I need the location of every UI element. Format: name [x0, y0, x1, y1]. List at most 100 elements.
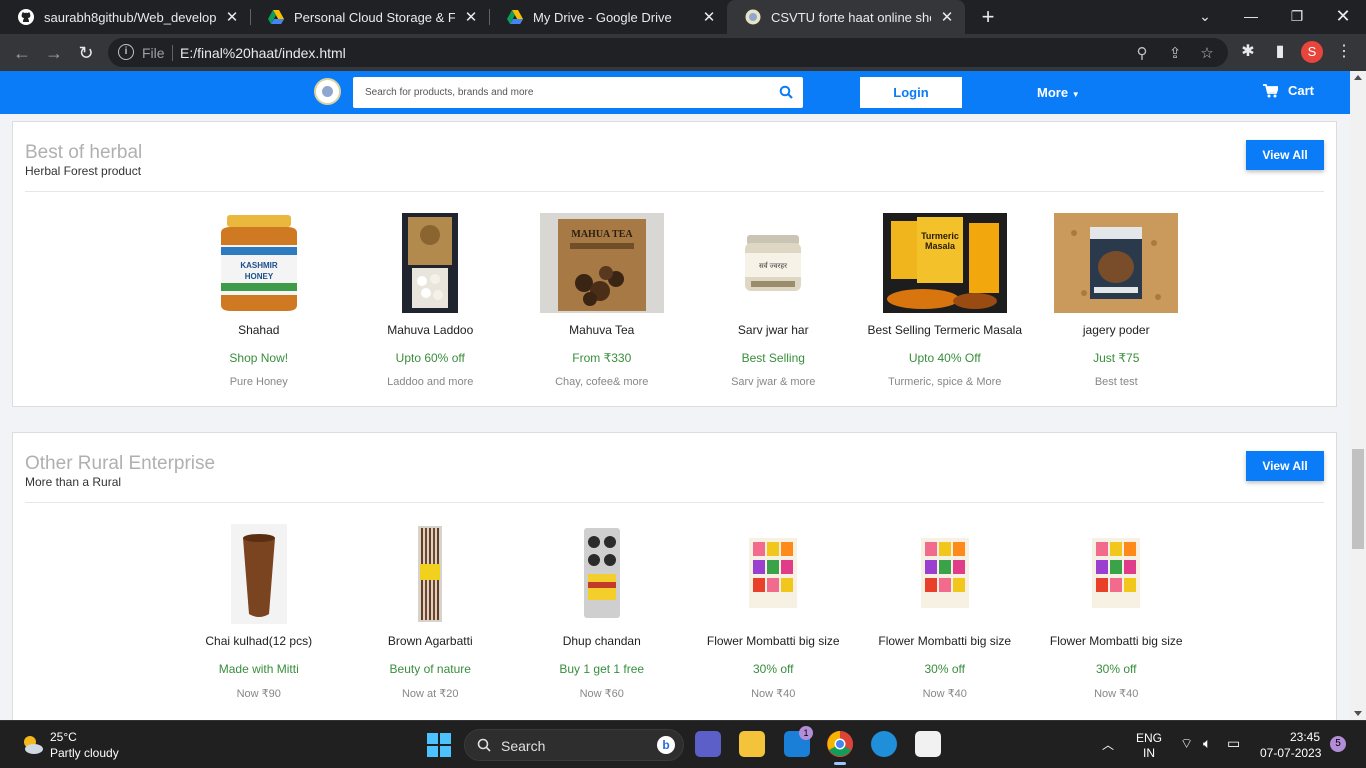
product-name: Mahuva Tea: [569, 323, 635, 337]
back-button[interactable]: ←: [9, 40, 35, 66]
svg-text:सर्व ज्वरहर: सर्व ज्वरहर: [759, 261, 787, 270]
browser-tab-csvtu-haat[interactable]: CSVTU forte haat online shop & ✕: [727, 0, 965, 34]
page-scrollbar[interactable]: [1350, 71, 1366, 720]
login-button[interactable]: Login: [860, 77, 962, 108]
clock-time[interactable]: 23:45: [1290, 730, 1320, 744]
product-offer: Upto 60% off: [395, 351, 465, 365]
edge-icon[interactable]: [871, 731, 897, 757]
product-card[interactable]: Flower Mombatti big size 30% off Now ₹40: [859, 524, 1031, 700]
candle-box-image: [916, 524, 973, 624]
bookmark-star-icon[interactable]: ☆: [1198, 45, 1216, 63]
product-offer: Best Selling: [741, 351, 805, 365]
product-card[interactable]: Dhup chandan Buy 1 get 1 free Now ₹60: [516, 524, 688, 700]
scroll-up-icon[interactable]: [1354, 75, 1362, 80]
tab-search-button[interactable]: ⌄: [1182, 0, 1228, 34]
windows-taskbar: 25°C Partly cloudy Search b ︿ ENG IN ⌔ 🔈…: [0, 720, 1366, 768]
browser-menu-icon[interactable]: ⋮: [1333, 41, 1355, 63]
close-window-button[interactable]: ✕: [1320, 0, 1366, 34]
address-bar[interactable]: i File E:/final%20haat/index.html ⚲ ⇪ ☆: [108, 38, 1228, 67]
section-best-of-herbal: Best of herbal Herbal Forest product Vie…: [12, 121, 1337, 407]
tab-title: My Drive - Google Drive: [533, 9, 672, 25]
show-hidden-icons-icon[interactable]: ︿: [1102, 736, 1114, 753]
google-drive-icon: [507, 10, 523, 24]
new-tab-button[interactable]: +: [976, 5, 1000, 29]
github-icon: [18, 9, 34, 25]
share-icon[interactable]: ⇪: [1166, 45, 1184, 63]
view-all-button[interactable]: View All: [1246, 140, 1324, 170]
notification-badge[interactable]: 5: [1330, 736, 1346, 752]
maximize-button[interactable]: ❐: [1274, 0, 1320, 34]
product-name: Shahad: [238, 323, 280, 337]
taskbar-search[interactable]: Search b: [464, 729, 684, 761]
snipping-tool-icon[interactable]: [915, 731, 941, 757]
jaggery-powder-image: [1054, 213, 1179, 313]
search-input[interactable]: [353, 77, 773, 108]
weather-temperature[interactable]: 25°C: [50, 730, 77, 744]
section-title: Other Rural Enterprise: [25, 453, 216, 474]
reload-button[interactable]: ↻: [73, 40, 99, 66]
close-tab-icon[interactable]: ✕: [939, 8, 955, 26]
windows-start-icon[interactable]: [427, 733, 451, 757]
tab-title: saurabh8github/Web_developme: [44, 9, 216, 25]
language-bottom[interactable]: IN: [1143, 746, 1155, 760]
product-card[interactable]: सर्व ज्वरहर Sarv jwar har Best Selling S…: [688, 213, 860, 388]
product-card[interactable]: Flower Mombatti big size 30% off Now ₹40: [1031, 524, 1203, 700]
weather-description[interactable]: Partly cloudy: [50, 746, 119, 760]
product-card[interactable]: Flower Mombatti big size 30% off Now ₹40: [688, 524, 860, 700]
close-tab-icon[interactable]: ✕: [224, 8, 240, 26]
teams-meet-icon[interactable]: [695, 731, 721, 757]
svg-text:HONEY: HONEY: [245, 272, 274, 281]
zoom-icon[interactable]: ⚲: [1133, 45, 1151, 63]
more-menu[interactable]: More ▼: [1037, 85, 1080, 100]
view-all-button[interactable]: View All: [1246, 451, 1324, 481]
browser-tab-github[interactable]: saurabh8github/Web_developme ✕: [0, 0, 250, 34]
forward-button[interactable]: →: [41, 40, 67, 66]
volume-icon[interactable]: 🔈︎: [1203, 735, 1211, 752]
product-card[interactable]: Brown Agarbatti Beuty of nature Now at ₹…: [345, 524, 517, 700]
ayurvedic-jar-image: सर्व ज्वरहर: [711, 213, 836, 313]
wifi-icon[interactable]: ⌔: [1180, 735, 1193, 753]
page-content: Best of herbal Herbal Forest product Vie…: [0, 114, 1350, 720]
product-card[interactable]: Mahuva Laddoo Upto 60% off Laddoo and mo…: [345, 213, 517, 388]
product-card[interactable]: Turmeric Masala Best Selling Termeric Ma…: [859, 213, 1031, 388]
minimize-button[interactable]: —: [1228, 0, 1274, 34]
clock-date[interactable]: 07-07-2023: [1260, 746, 1321, 760]
candle-box-image: [745, 524, 802, 624]
product-card[interactable]: MAHUA TEA Mahuva Tea From ₹330 Chay, cof…: [516, 213, 688, 388]
cart-link[interactable]: Cart: [1263, 83, 1314, 98]
product-name: Sarv jwar har: [737, 323, 809, 337]
site-header: Login More ▼ Cart: [0, 71, 1350, 114]
site-logo[interactable]: [314, 78, 341, 105]
info-icon[interactable]: i: [118, 44, 134, 60]
product-name: Flower Mombatti big size: [706, 634, 840, 648]
product-card[interactable]: jagery poder Just ₹75 Best test: [1031, 213, 1203, 388]
product-card[interactable]: KASHMIR HONEY Shahad Shop Now! Pure Hone…: [173, 213, 345, 388]
side-panel-icon[interactable]: ▮: [1269, 41, 1291, 63]
battery-icon[interactable]: ▭: [1227, 735, 1240, 752]
chrome-icon[interactable]: [827, 731, 853, 765]
profile-avatar[interactable]: S: [1301, 41, 1323, 63]
partly-cloudy-icon[interactable]: [20, 733, 44, 757]
product-card[interactable]: Chai kulhad(12 pcs) Made with Mitti Now …: [173, 524, 345, 700]
search-icon[interactable]: [779, 85, 793, 99]
browser-tab-google-drive[interactable]: My Drive - Google Drive ✕: [489, 0, 727, 34]
product-offer: 30% off: [924, 662, 965, 676]
product-name: Best Selling Termeric Masala: [867, 323, 1022, 337]
url-text[interactable]: E:/final%20haat/index.html: [180, 45, 346, 61]
extensions-icon[interactable]: ✱: [1237, 41, 1259, 63]
close-tab-icon[interactable]: ✕: [701, 8, 717, 26]
section-other-rural-enterprise: Other Rural Enterprise More than a Rural…: [12, 432, 1337, 720]
scrollbar-thumb[interactable]: [1352, 449, 1364, 549]
section-subtitle: Herbal Forest product: [25, 164, 142, 178]
product-offer: Made with Mitti: [218, 662, 299, 676]
close-tab-icon[interactable]: ✕: [463, 8, 479, 26]
file-explorer-icon[interactable]: [739, 731, 765, 757]
product-name: Flower Mombatti big size: [878, 634, 1012, 648]
product-offer: Just ₹75: [1093, 351, 1140, 365]
section-title: Best of herbal: [25, 142, 143, 163]
language-top[interactable]: ENG: [1136, 731, 1162, 745]
product-row: KASHMIR HONEY Shahad Shop Now! Pure Hone…: [173, 213, 1202, 388]
product-description: Now ₹60: [579, 688, 624, 700]
scroll-down-icon[interactable]: [1354, 711, 1362, 716]
browser-tab-cloud-storage[interactable]: Personal Cloud Storage & File Sh ✕: [250, 0, 489, 34]
